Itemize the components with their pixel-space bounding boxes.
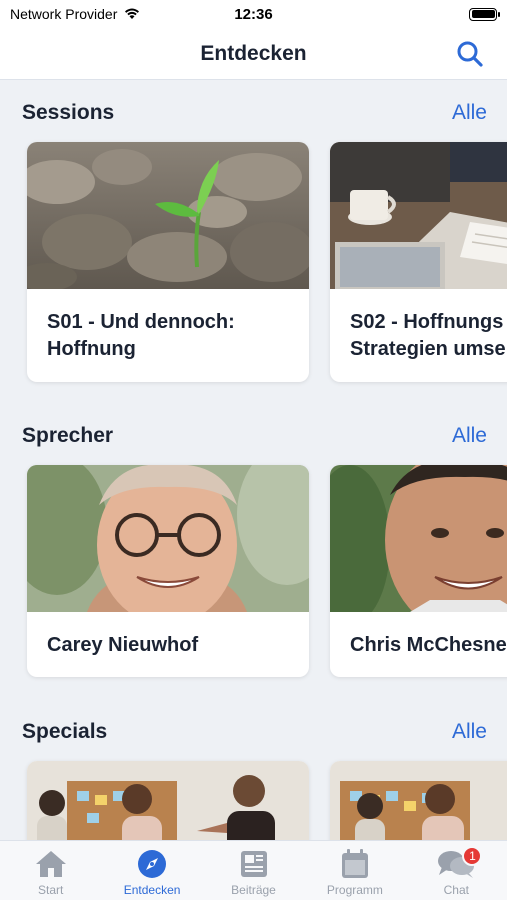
- search-button[interactable]: [455, 39, 485, 69]
- navigation-bar: Entdecken: [0, 28, 507, 80]
- search-icon: [457, 41, 483, 67]
- section-title: Specials: [22, 720, 108, 743]
- team-meeting-photo: [27, 761, 309, 840]
- tab-programm[interactable]: Programm: [304, 841, 405, 900]
- carrier-label: Network Provider: [10, 6, 118, 22]
- compass-icon: [138, 850, 167, 878]
- tab-beitraege[interactable]: Beiträge: [203, 841, 304, 900]
- calendar-icon: [341, 849, 368, 878]
- tab-label: Chat: [443, 883, 469, 897]
- smiling-man-photo: [330, 465, 507, 612]
- speaker-name: Chris McChesne: [350, 634, 507, 656]
- tab-start[interactable]: Start: [0, 841, 101, 900]
- tab-label: Programm: [326, 883, 383, 897]
- team-meeting-photo: [330, 761, 507, 840]
- tab-bar: Start Entdecken Beiträge Programm Chat 1: [0, 840, 507, 900]
- speakers-all-link[interactable]: Alle: [452, 424, 487, 448]
- specials-section-header: Specials Alle: [22, 717, 487, 747]
- home-icon: [35, 851, 66, 877]
- sessions-section-header: Sessions Alle: [22, 98, 487, 128]
- special-card[interactable]: [27, 761, 309, 840]
- tab-label: Entdecken: [123, 883, 181, 897]
- tab-label: Start: [38, 883, 64, 897]
- speakers-section-header: Sprecher Alle: [22, 421, 487, 451]
- wifi-icon: [123, 6, 141, 23]
- page-title: Entdecken: [200, 41, 307, 65]
- tab-label: Beiträge: [231, 883, 276, 897]
- chat-unread-badge: 1: [462, 846, 483, 866]
- desk-notebook-coffee-photo: [330, 142, 507, 289]
- session-card[interactable]: S01 - Und dennoch: Hoffnung: [27, 142, 309, 382]
- speaker-name: Carey Nieuwhof: [47, 634, 199, 656]
- newspaper-icon: [240, 851, 267, 877]
- tab-entdecken[interactable]: Entdecken: [101, 841, 202, 900]
- battery-icon: [469, 7, 500, 21]
- sprout-in-soil-photo: [27, 142, 309, 289]
- session-title-line: S02 - Hoffnungs: [350, 311, 504, 333]
- tab-chat[interactable]: Chat 1: [406, 841, 507, 900]
- sessions-all-link[interactable]: Alle: [452, 101, 487, 125]
- speaker-card[interactable]: Chris McChesne: [330, 465, 507, 677]
- section-title: Sprecher: [22, 424, 114, 447]
- specials-all-link[interactable]: Alle: [452, 720, 487, 744]
- session-title-line: S01 - Und dennoch:: [47, 311, 235, 333]
- session-title-line: Strategien umse: [350, 338, 506, 360]
- discover-content[interactable]: Sessions Alle S01 - Und dennoch: Hoffnun…: [0, 80, 507, 840]
- session-title-line: Hoffnung: [47, 338, 136, 360]
- special-card[interactable]: [330, 761, 507, 840]
- smiling-man-glasses-photo: [27, 465, 309, 612]
- section-title: Sessions: [22, 101, 115, 124]
- speaker-card[interactable]: Carey Nieuwhof: [27, 465, 309, 677]
- session-card[interactable]: S02 - Hoffnungs Strategien umse: [330, 142, 507, 382]
- status-bar: Network Provider 12:36: [0, 0, 507, 28]
